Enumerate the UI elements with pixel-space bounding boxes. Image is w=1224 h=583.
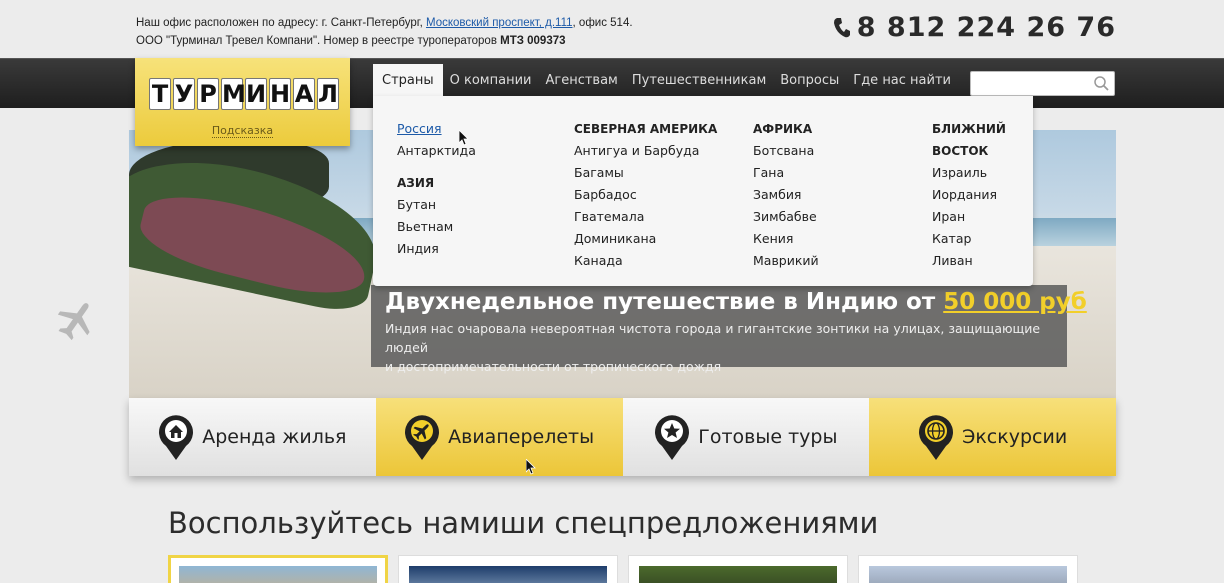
logo-letter: И (245, 78, 267, 110)
nav-item-faq[interactable]: Вопросы (773, 64, 846, 96)
dropdown-column-4: БЛИЖНИЙ ВОСТОК Израиль Иордания Иран Кат… (932, 118, 1006, 272)
tab-label: Экскурсии (962, 426, 1068, 448)
offer-card[interactable] (398, 555, 618, 583)
country-link[interactable]: Канада (574, 250, 717, 272)
hero-title: Двухнедельное путешествие в Индию от 50 … (385, 289, 1087, 315)
tab-rent-housing[interactable]: Аренда жилья (129, 398, 376, 476)
logo-letters: Т У Р М И Н А Л (149, 78, 339, 110)
logo-letter: Р (197, 78, 219, 110)
offer-card[interactable] (168, 555, 388, 583)
mouse-cursor-icon (526, 459, 536, 475)
site-logo[interactable]: Т У Р М И Н А Л Подсказка (135, 58, 350, 146)
offer-image (639, 566, 837, 583)
hero-description: Индия нас очаровала невероятная чистота … (385, 319, 1053, 376)
country-link[interactable]: Индия (397, 238, 476, 260)
main-menu: Страны О компании Агенствам Путешественн… (373, 64, 958, 96)
logo-hint[interactable]: Подсказка (135, 124, 350, 138)
country-link[interactable]: Барбадос (574, 184, 717, 206)
search-icon[interactable] (1093, 75, 1109, 91)
offer-card[interactable] (858, 555, 1078, 583)
airplane-icon (405, 415, 440, 460)
country-link[interactable]: Иран (932, 206, 1006, 228)
country-link[interactable]: Ливан (932, 250, 1006, 272)
logo-letter: М (221, 78, 246, 110)
country-link[interactable]: Зимбабве (753, 206, 819, 228)
offer-image (409, 566, 607, 583)
address-link[interactable]: Московский проспект, д.111 (426, 17, 573, 29)
region-heading-asia: АЗИЯ (397, 176, 435, 190)
logo-letter: А (293, 78, 315, 110)
country-link[interactable]: Антигуа и Барбуда (574, 140, 717, 162)
search-input[interactable] (971, 72, 1091, 95)
airplane-decoration-icon (58, 303, 90, 340)
hero-text-line: и достопримечательности от тропического … (385, 359, 722, 374)
dropdown-column-3: АФРИКА Ботсвана Гана Замбия Зимбабве Кен… (753, 118, 819, 272)
tab-label: Авиаперелеты (448, 426, 595, 448)
offers-cards (168, 555, 1078, 583)
globe-icon (919, 415, 954, 460)
hero-caption: Двухнедельное путешествие в Индию от 50 … (371, 285, 1087, 374)
search-box (970, 71, 1115, 96)
country-link[interactable]: Багамы (574, 162, 717, 184)
country-link[interactable]: Замбия (753, 184, 819, 206)
logo-letter: Н (269, 78, 291, 110)
company-text: ООО "Турминал Тревел Компани". Номер в р… (136, 35, 497, 47)
phone-icon (833, 17, 850, 37)
country-link[interactable]: Катар (932, 228, 1006, 250)
tab-excursions[interactable]: Экскурсии (869, 398, 1116, 476)
country-link[interactable]: Маврикий (753, 250, 819, 272)
star-icon (655, 415, 690, 460)
mouse-cursor-icon (459, 130, 469, 146)
category-tabs: Аренда жилья Авиаперелеты Готовые туры Э… (129, 398, 1116, 476)
region-heading-middle-east-2: ВОСТОК (932, 144, 989, 158)
nav-item-agencies[interactable]: Агенствам (538, 64, 624, 96)
phone-text: 8 812 224 26 76 (856, 12, 1116, 43)
tab-label: Готовые туры (698, 426, 838, 448)
country-link[interactable]: Вьетнам (397, 216, 476, 238)
logo-letter: Т (149, 78, 171, 110)
logo-letter: У (173, 78, 195, 110)
country-link[interactable]: Гватемала (574, 206, 717, 228)
registry-number: МТЗ 009373 (500, 35, 566, 47)
country-link[interactable]: Доминикана (574, 228, 717, 250)
logo-hint-text[interactable]: Подсказка (211, 124, 274, 138)
country-link[interactable]: Кения (753, 228, 819, 250)
dropdown-column-2: СЕВЕРНАЯ АМЕРИКА Антигуа и Барбуда Багам… (574, 118, 717, 272)
tab-flights[interactable]: Авиаперелеты (375, 398, 623, 476)
nav-item-location[interactable]: Где нас найти (846, 64, 958, 96)
hero-text-line: Индия нас очаровала невероятная чистота … (385, 321, 1041, 355)
address-suffix: , офис 514. (572, 17, 633, 29)
country-link[interactable]: Израиль (932, 162, 1006, 184)
nav-item-travelers[interactable]: Путешественникам (625, 64, 773, 96)
office-info: Наш офис расположен по адресу: г. Санкт-… (136, 14, 633, 50)
countries-dropdown: Россия Антарктида АЗИЯ Бутан Вьетнам Инд… (373, 96, 1033, 286)
region-heading-north-america: СЕВЕРНАЯ АМЕРИКА (574, 122, 718, 136)
region-heading-middle-east: БЛИЖНИЙ (932, 122, 1006, 136)
hero-price[interactable]: 50 000 руб (943, 289, 1087, 315)
tab-label: Аренда жилья (202, 426, 347, 448)
home-icon (159, 415, 194, 460)
nav-item-countries[interactable]: Страны (373, 64, 443, 96)
country-link[interactable]: Иордания (932, 184, 1006, 206)
offers-title: Воспользуйтесь намиши спецпредложениями (168, 506, 879, 540)
country-link[interactable]: Бутан (397, 194, 476, 216)
region-heading-africa: АФРИКА (753, 122, 813, 136)
nav-item-about[interactable]: О компании (443, 64, 539, 96)
offer-image (869, 566, 1067, 583)
offer-image (179, 566, 377, 583)
hero-title-text: Двухнедельное путешествие в Индию от (385, 289, 936, 315)
country-link[interactable]: Ботсвана (753, 140, 819, 162)
phone-number: 8 812 224 26 76 (833, 12, 1116, 43)
address-prefix: Наш офис расположен по адресу: г. Санкт-… (136, 17, 423, 29)
country-link[interactable]: Гана (753, 162, 819, 184)
offer-card[interactable] (628, 555, 848, 583)
tab-ready-tours[interactable]: Готовые туры (622, 398, 870, 476)
logo-letter: Л (317, 78, 339, 110)
